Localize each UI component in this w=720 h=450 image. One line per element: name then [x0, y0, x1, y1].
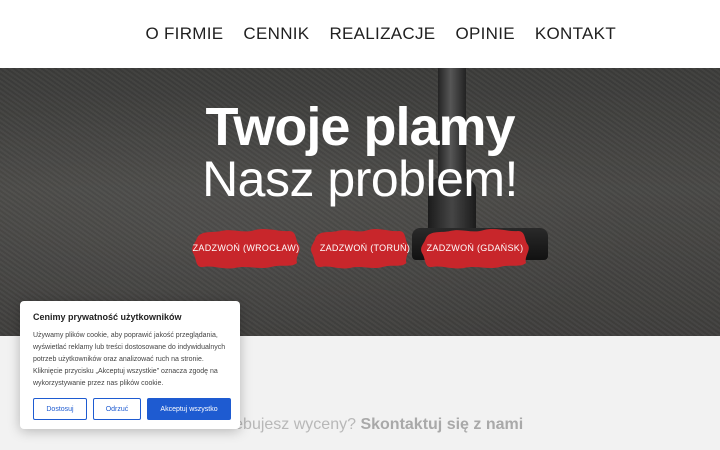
call-gdansk-label: ZADZWOŃ (GDAŃSK)	[426, 243, 524, 253]
cookie-accept-button[interactable]: Akceptuj wszystko	[147, 398, 231, 420]
call-gdansk-button[interactable]: ZADZWOŃ (GDAŃSK)	[420, 226, 530, 270]
nav-item-o-firmie[interactable]: O FIRMIE	[145, 24, 223, 44]
site-header: O FIRMIE CENNIK REALIZACJE OPINIE KONTAK…	[0, 0, 720, 68]
call-wroclaw-button[interactable]: ZADZWOŃ (WROCŁAW)	[191, 226, 301, 270]
call-wroclaw-label: ZADZWOŃ (WROCŁAW)	[192, 243, 300, 253]
cookie-reject-button[interactable]: Odrzuć	[93, 398, 141, 420]
nav-item-opinie[interactable]: OPINIE	[455, 24, 514, 44]
cookie-customize-button[interactable]: Dostosuj	[33, 398, 87, 420]
cookie-title: Cenimy prywatność użytkowników	[33, 312, 182, 322]
nav-item-cennik[interactable]: CENNIK	[243, 24, 309, 44]
call-buttons: ZADZWOŃ (WROCŁAW) ZADZWOŃ (TORUŃ) ZADZWO…	[0, 226, 720, 272]
call-torun-button[interactable]: ZADZWOŃ (TORUŃ)	[310, 226, 420, 270]
cookie-text: Używamy plików cookie, aby poprawić jako…	[33, 332, 226, 387]
cookie-actions: Dostosuj Odrzuć Akceptuj wszystko	[33, 398, 231, 420]
call-torun-label: ZADZWOŃ (TORUŃ)	[319, 243, 411, 253]
nav-item-realizacje[interactable]: REALIZACJE	[329, 24, 435, 44]
hero-section: Twoje plamy Nasz problem! ZADZWOŃ (WROCŁ…	[0, 68, 720, 336]
hero-subtitle: Nasz problem!	[202, 151, 518, 207]
cookie-banner: Cenimy prywatność użytkowników Używamy p…	[20, 301, 240, 429]
main-nav: O FIRMIE CENNIK REALIZACJE OPINIE KONTAK…	[145, 24, 616, 44]
nav-item-kontakt[interactable]: KONTAKT	[535, 24, 616, 44]
hero-title: Twoje plamy	[205, 97, 515, 157]
cta-contact-link[interactable]: Skontaktuj się z nami	[360, 416, 523, 433]
